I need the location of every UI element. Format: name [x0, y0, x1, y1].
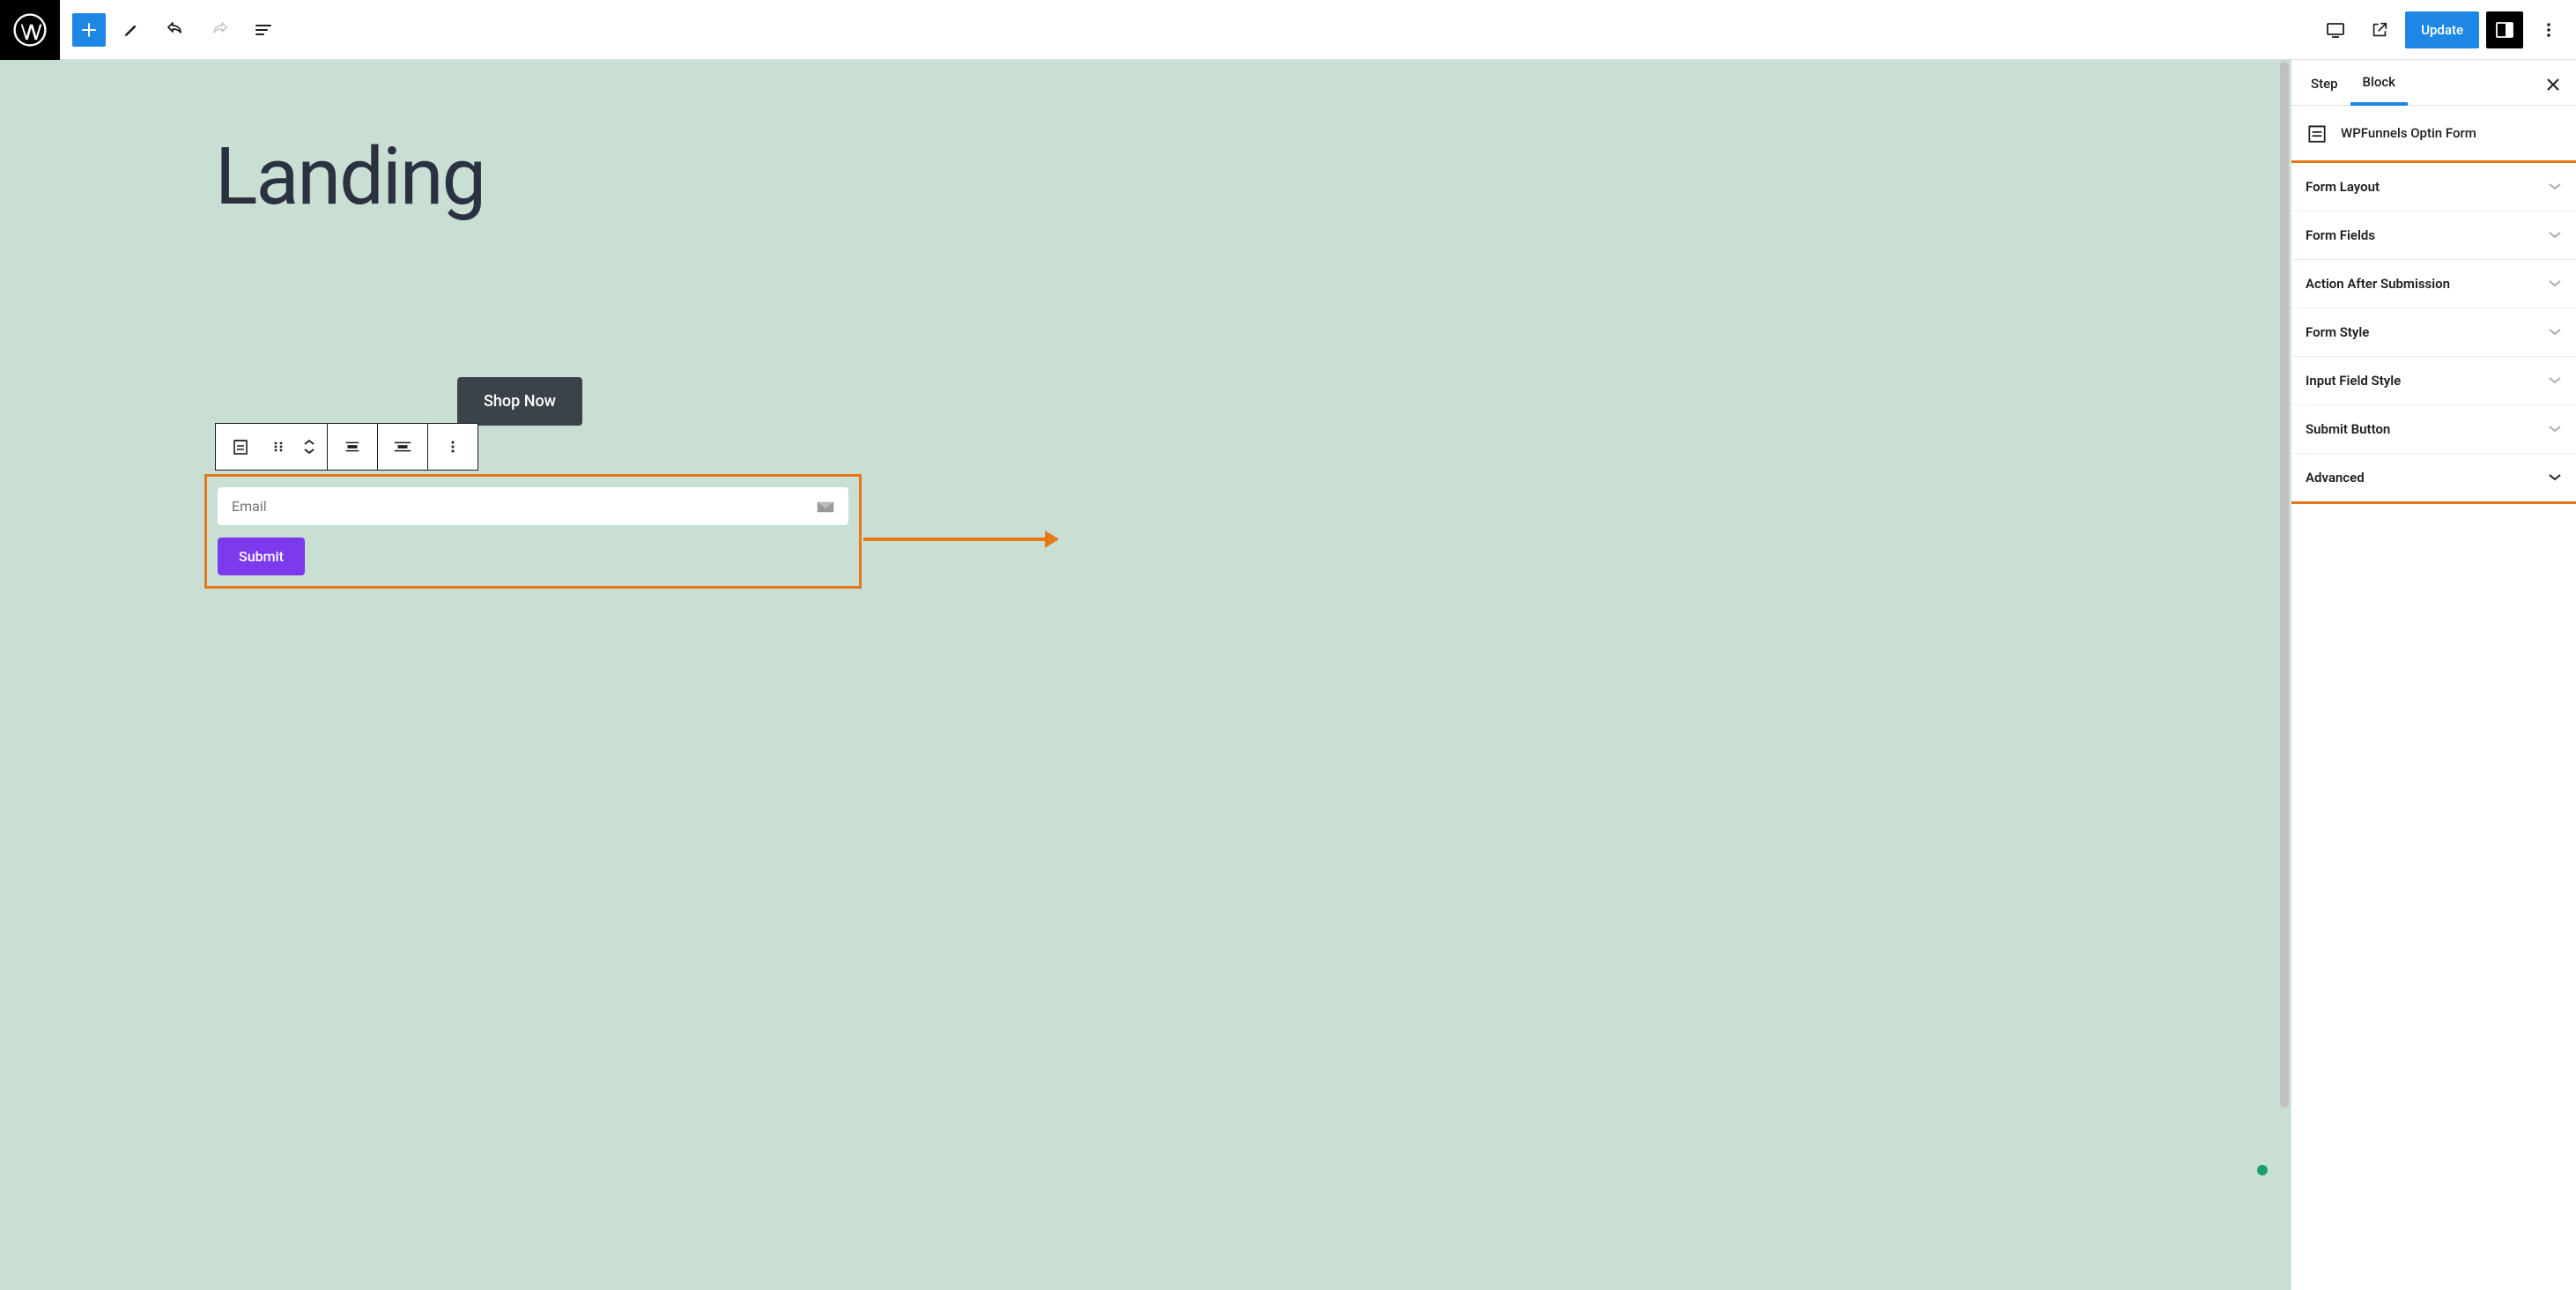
wordpress-logo[interactable]: [0, 0, 60, 60]
close-sidebar-button[interactable]: [2541, 72, 2565, 97]
redo-icon: [209, 19, 230, 41]
desktop-icon: [2325, 19, 2346, 41]
tools-button[interactable]: [113, 11, 150, 48]
external-link-icon: [2370, 20, 2389, 40]
wordpress-icon: [13, 13, 47, 47]
form-icon: [2306, 122, 2328, 145]
view-button[interactable]: [2317, 11, 2354, 48]
list-view-icon: [253, 19, 274, 41]
undo-icon: [165, 19, 186, 41]
sidebar-icon: [2494, 19, 2515, 41]
panel-form-fields[interactable]: Form Fields: [2291, 211, 2576, 260]
editor-canvas[interactable]: Landing Shop Now: [0, 60, 2291, 1290]
block-toolbar: [215, 423, 478, 471]
panel-title: Form Fields: [2306, 227, 2375, 243]
more-vertical-icon: [2538, 19, 2559, 41]
panel-submit-button[interactable]: Submit Button: [2291, 405, 2576, 454]
email-input-wrapper: [218, 487, 848, 525]
align-button-2[interactable]: [378, 424, 427, 470]
close-icon: [2545, 77, 2561, 93]
panel-title: Action After Submission: [2306, 276, 2450, 292]
chevron-down-icon: [2548, 473, 2562, 482]
panel-title: Input Field Style: [2306, 373, 2401, 389]
more-vertical-icon: [444, 438, 462, 456]
panel-form-layout[interactable]: Form Layout: [2291, 163, 2576, 211]
chevron-down-icon: [2548, 182, 2562, 191]
panel-form-style[interactable]: Form Style: [2291, 308, 2576, 357]
annotation-arrow: [863, 538, 1057, 541]
panel-input-field-style[interactable]: Input Field Style: [2291, 357, 2576, 405]
settings-sidebar: Step Block WPFunnels Optin Form: [2291, 60, 2576, 1290]
options-button[interactable]: [2530, 11, 2567, 48]
panel-title: Form Layout: [2306, 179, 2380, 195]
tab-block[interactable]: Block: [2350, 60, 2408, 106]
block-type-button[interactable]: [216, 424, 265, 470]
document-overview-button[interactable]: [245, 11, 282, 48]
settings-sidebar-toggle[interactable]: [2486, 11, 2523, 48]
drag-icon: [271, 440, 285, 454]
submit-button[interactable]: Submit: [218, 538, 305, 575]
chevron-down-icon: [2548, 376, 2562, 385]
align-wide-icon: [393, 437, 412, 456]
chevron-down-icon: [2548, 328, 2562, 337]
preview-button[interactable]: [2361, 11, 2398, 48]
block-name: WPFunnels Optin Form: [2341, 125, 2476, 141]
panel-title: Form Style: [2306, 324, 2369, 340]
plus-icon: [78, 19, 100, 41]
page-title[interactable]: Landing: [215, 130, 2291, 223]
chevron-down-icon: [2548, 231, 2562, 240]
email-input[interactable]: [232, 498, 817, 515]
chevron-down-icon: [303, 448, 315, 455]
status-dot: [2257, 1165, 2268, 1175]
canvas-scrollbar[interactable]: [2278, 60, 2291, 1290]
panel-title: Submit Button: [2306, 421, 2390, 437]
tab-step[interactable]: Step: [2298, 62, 2350, 104]
shop-now-button[interactable]: Shop Now: [457, 377, 582, 426]
chevron-up-icon: [303, 439, 315, 446]
chevron-down-icon: [2548, 425, 2562, 434]
undo-button[interactable]: [157, 11, 194, 48]
add-block-button[interactable]: [72, 13, 106, 47]
move-block-button[interactable]: [292, 424, 327, 470]
panel-title: Advanced: [2306, 470, 2365, 486]
align-center-icon: [343, 437, 362, 456]
pencil-icon: [122, 20, 141, 40]
redo-button[interactable]: [201, 11, 238, 48]
optin-form-block[interactable]: Submit: [204, 474, 862, 589]
block-options-button[interactable]: [428, 424, 477, 470]
update-button[interactable]: Update: [2405, 11, 2479, 48]
panels-highlight: Form Layout Form Fields Action After Sub…: [2291, 160, 2576, 504]
panel-advanced[interactable]: Advanced: [2291, 454, 2576, 501]
panel-action-after-submission[interactable]: Action After Submission: [2291, 260, 2576, 308]
drag-handle[interactable]: [265, 424, 292, 470]
chevron-down-icon: [2548, 279, 2562, 288]
form-icon: [230, 436, 251, 457]
block-header: WPFunnels Optin Form: [2291, 106, 2576, 160]
align-button-1[interactable]: [328, 424, 377, 470]
editor-topbar: Update: [0, 0, 2576, 60]
envelope-icon: [817, 500, 834, 514]
